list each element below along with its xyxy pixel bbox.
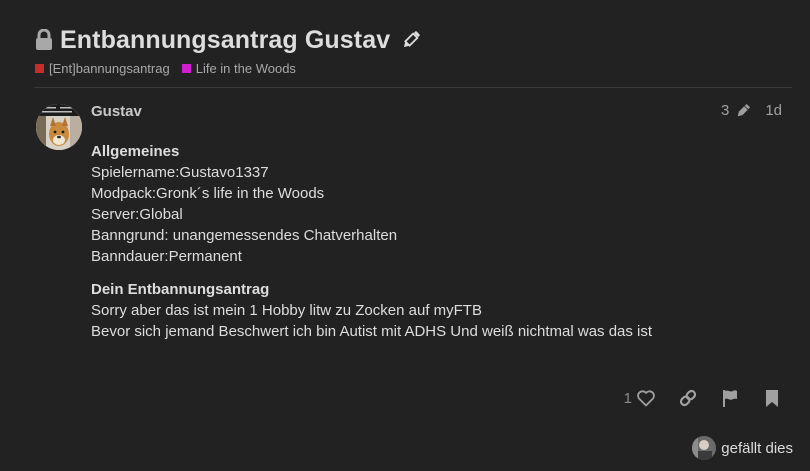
post-line: Sorry aber das ist mein 1 Hobby litw zu … <box>91 302 482 319</box>
topic-title[interactable]: Entbannungsantrag Gustav <box>60 24 390 56</box>
bookmark-icon[interactable] <box>762 388 782 408</box>
post-actions: 1 <box>624 388 782 408</box>
post-body: Allgemeines Spielername:Gustavo1337 Modp… <box>91 141 781 342</box>
category-swatch <box>181 64 191 73</box>
post-line: Server:Global <box>91 206 183 223</box>
liker-avatar[interactable] <box>692 436 717 460</box>
avatar[interactable] <box>36 104 82 150</box>
post-line: Bevor sich jemand Beschwert ich bin Auti… <box>91 323 653 340</box>
post-username[interactable]: Gustav <box>91 103 142 120</box>
post-line: Banndauer:Permanent <box>91 248 242 265</box>
category-link-entbannungsantrag[interactable]: [Ent]bannungsantrag <box>35 61 170 76</box>
category-label: Life in the Woods <box>195 61 296 76</box>
topic-page: Entbannungsantrag Gustav [Ent]bannungsan… <box>0 0 810 471</box>
divider <box>34 87 792 88</box>
post-meta: 3 1d <box>721 102 782 119</box>
heart-icon[interactable] <box>636 388 656 408</box>
section-heading: Allgemeines <box>91 143 180 160</box>
post-line: Modpack:Gronk´s life in the Woods <box>91 185 325 202</box>
edit-title-pencil-icon[interactable] <box>400 29 422 51</box>
likers-text: gefällt dies <box>721 439 793 457</box>
likers-summary: gefällt dies <box>692 436 793 460</box>
lock-icon <box>34 28 54 51</box>
category-link-life-in-the-woods[interactable]: Life in the Woods <box>181 61 296 76</box>
topic-title-row: Entbannungsantrag Gustav <box>34 24 422 56</box>
post-line: Spielername:Gustavo1337 <box>91 164 269 181</box>
post-line: Banngrund: unangemessendes Chatverhalten <box>91 227 398 244</box>
edit-history-pencil-icon[interactable] <box>735 103 751 119</box>
like-button[interactable]: 1 <box>624 388 656 408</box>
category-label: [Ent]bannungsantrag <box>49 61 170 76</box>
like-count[interactable]: 1 <box>624 390 632 407</box>
category-swatch <box>35 64 44 73</box>
edit-count[interactable]: 3 <box>721 102 729 119</box>
flag-icon[interactable] <box>720 388 740 408</box>
section-heading: Dein Entbannungsantrag <box>91 281 270 298</box>
topic-categories: [Ent]bannungsantrag Life in the Woods <box>35 61 296 76</box>
link-icon[interactable] <box>678 388 698 408</box>
post-age[interactable]: 1d <box>765 102 782 119</box>
